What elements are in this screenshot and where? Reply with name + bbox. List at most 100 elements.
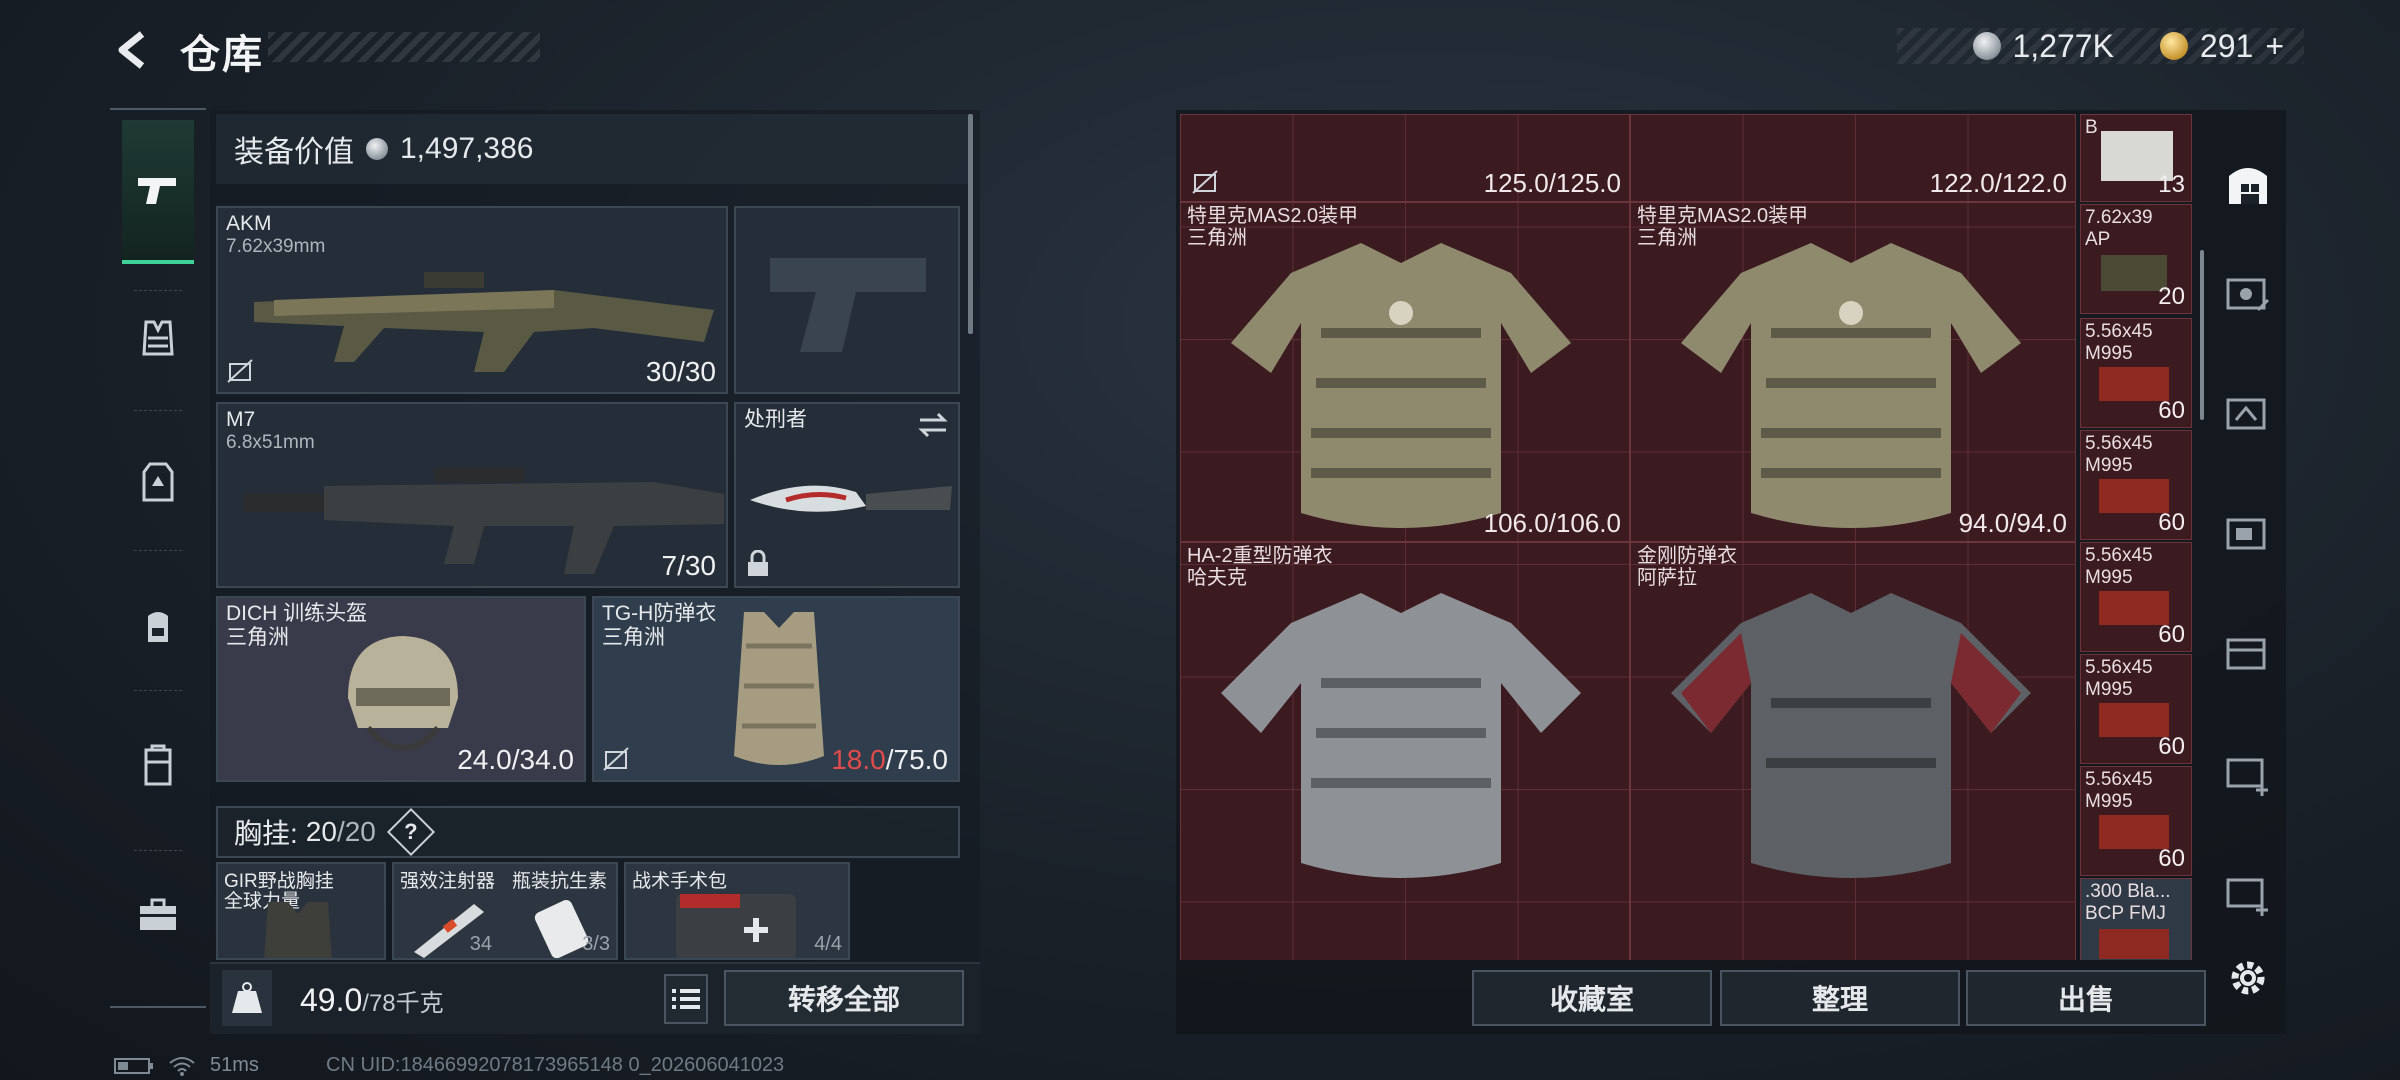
stash-item-armor[interactable]: 金刚防弹衣 阿萨拉	[1630, 542, 2076, 960]
rail-tab-weapons[interactable]	[122, 120, 194, 264]
rig-item-surgery-kit[interactable]: 战术手术包 4/4	[624, 862, 850, 960]
settings-button[interactable]	[2222, 952, 2274, 1004]
rig-item-gir[interactable]: GIR野战胸挂 全球力量	[216, 862, 386, 960]
transfer-all-button[interactable]: 转移全部	[724, 970, 964, 1026]
stash-item-partial[interactable]: 125.0/125.0	[1180, 114, 1630, 202]
ammo-name: 5.56x45	[2085, 657, 2153, 678]
armor-slot[interactable]: TG-H防弹衣 三角洲 18.0/75.0	[592, 596, 960, 782]
rig-vest-icon	[264, 902, 332, 958]
armor-vest-icon	[1231, 243, 1571, 528]
rig-item-count: 34	[469, 933, 492, 955]
add-storage-icon	[2226, 758, 2268, 796]
gold-amount: 291	[2199, 27, 2254, 64]
armor-vest-icon	[1681, 243, 2021, 528]
lock-icon	[748, 550, 768, 576]
chest-rig-current: 20	[305, 816, 337, 847]
melee-slot[interactable]: 处刑者	[734, 402, 960, 588]
stash-item-armor[interactable]: 特里克MAS2.0装甲 三角洲 106.0/106.0	[1180, 202, 1630, 542]
system-status: 51ms	[114, 1054, 259, 1077]
heavy-armor-icon	[1221, 593, 1581, 878]
wifi-icon	[169, 1056, 195, 1076]
stash-item-partial[interactable]: 122.0/122.0	[1630, 114, 2076, 202]
helmet-slot[interactable]: DICH 训练头盔 三角洲 24.0/34.0	[216, 596, 586, 782]
rail-tab-backpack[interactable]	[122, 590, 194, 662]
ammo-item[interactable]: 7.62x39 AP 20	[2080, 204, 2192, 314]
primary-weapon-slot[interactable]: AKM 7.62x39mm 30/30	[216, 206, 728, 394]
ammo-item[interactable]: 5.56x45 M995 60	[2080, 654, 2192, 764]
ammo-name: .300 Bla...	[2085, 881, 2171, 902]
stash-item-armor[interactable]: HA-2重型防弹衣 哈夫克	[1180, 542, 1630, 960]
armor-icon	[142, 462, 174, 502]
rail-divider	[134, 410, 182, 411]
stash-tab-1[interactable]	[2212, 258, 2284, 328]
rig-item-name: 瓶装抗生素	[512, 871, 608, 892]
ammo-item[interactable]: B 13	[2080, 114, 2192, 202]
ammo-box-icon	[2099, 815, 2169, 849]
stash-tab-all[interactable]	[2212, 148, 2284, 218]
stash-filter-tabs	[2212, 118, 2284, 958]
stash-tab-3[interactable]	[2212, 498, 2284, 568]
ammo-item[interactable]: 5.56x45 M995 60	[2080, 318, 2192, 428]
stash-tab-5[interactable]	[2212, 738, 2284, 808]
ammo-item[interactable]: 5.56x45 M995 60	[2080, 430, 2192, 540]
ammo-qty: 60	[2158, 397, 2185, 424]
storage-box-icon	[2226, 398, 2266, 430]
rail-tab-container[interactable]	[122, 730, 194, 802]
helmet-durability: 24.0/34.0	[457, 744, 574, 775]
armor-vest-icon	[734, 612, 824, 765]
ammo-qty: 60	[2158, 733, 2185, 760]
list-view-button[interactable]	[664, 974, 708, 1024]
collection-room-button[interactable]: 收藏室	[1472, 970, 1712, 1026]
chest-rig-label: 胸挂:	[234, 818, 298, 849]
stash-tab-2[interactable]	[2212, 378, 2284, 448]
stash-tab-4[interactable]	[2212, 618, 2284, 688]
ping-value: 51ms	[210, 1054, 259, 1076]
rail-tab-armor[interactable]	[122, 446, 194, 518]
help-button[interactable]: ?	[386, 807, 435, 857]
warehouse-icon	[2229, 168, 2267, 204]
ammo-type: M995	[2085, 343, 2133, 364]
gear-icon	[2231, 961, 2265, 995]
rail-tab-vest[interactable]	[122, 302, 194, 374]
no-insure-icon	[603, 747, 629, 771]
ammo-qty: 60	[2158, 509, 2185, 536]
storage-box-icon	[2226, 638, 2266, 670]
ammo-item[interactable]: .300 Bla... BCP FMJ	[2080, 878, 2192, 960]
pistol-slot-empty[interactable]	[734, 206, 960, 394]
gold-topup-button[interactable]: +	[2265, 28, 2284, 65]
rail-tab-toolbox[interactable]	[122, 878, 194, 950]
secondary-weapon-slot[interactable]: M7 6.8x51mm 7/30	[216, 402, 728, 588]
no-insure-icon	[227, 359, 253, 383]
armor-durability-max: /75.0	[885, 744, 948, 775]
pistol-icon	[138, 178, 176, 204]
loadout-scrollbar[interactable]	[968, 114, 973, 334]
item-durability: 122.0/122.0	[1929, 168, 2067, 198]
stash-scrollbar[interactable]	[2200, 250, 2204, 420]
organize-button[interactable]: 整理	[1720, 970, 1960, 1026]
ammo-item[interactable]: 5.56x45 M995 60	[2080, 542, 2192, 652]
rail-divider	[134, 850, 182, 851]
ammo-item[interactable]: 5.56x45 M995 60	[2080, 766, 2192, 876]
stash-item-armor[interactable]: 特里克MAS2.0装甲 三角洲 94.0/94.0	[1630, 202, 2076, 542]
sell-button[interactable]: 出售	[1966, 970, 2206, 1026]
swap-icon[interactable]	[916, 412, 950, 438]
chest-rig-max: /20	[336, 816, 376, 847]
ammo-type: M995	[2085, 679, 2133, 700]
rig-item-syringe-and-antibiotic[interactable]: 强效注射器 瓶装抗生素 34 3/3	[392, 862, 618, 960]
ammo-qty: 20	[2158, 283, 2185, 310]
king-kong-armor-icon	[1671, 593, 2031, 878]
ammo-qty: 13	[2158, 171, 2185, 198]
ammo-name: 5.56x45	[2085, 545, 2153, 566]
stash-grid[interactable]: 125.0/125.0 122.0/122.0 特里克MAS2.0装甲 三角洲 …	[1180, 114, 2076, 960]
ammo-box-icon	[2101, 255, 2167, 291]
back-button[interactable]	[112, 28, 156, 72]
ammo-qty: 60	[2158, 621, 2185, 648]
rig-item-count: 3/3	[582, 933, 610, 955]
stash-tab-6[interactable]	[2212, 858, 2284, 928]
silver-amount: 1,277K	[2012, 27, 2114, 64]
melee-name: 处刑者	[744, 408, 807, 431]
ammo-box-icon	[2099, 703, 2169, 737]
weapon-ammo: 30/30	[645, 356, 716, 387]
toolbox-icon	[140, 898, 176, 930]
ammo-type: BCP FMJ	[2085, 903, 2166, 924]
